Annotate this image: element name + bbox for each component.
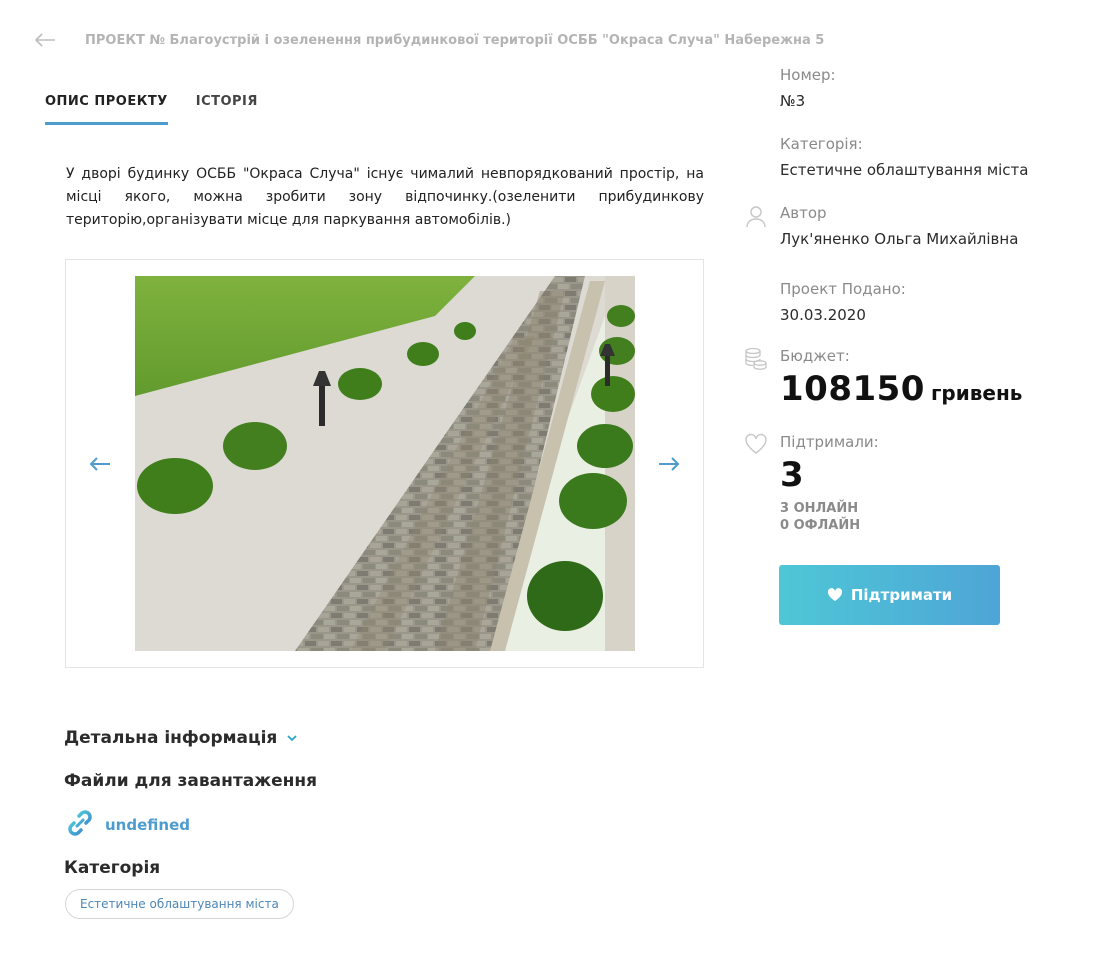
coins-icon (744, 347, 768, 371)
category-value: Естетичне облаштування міста (780, 161, 1029, 179)
online-count: 3 ОНЛАЙН (780, 501, 859, 516)
category-chip[interactable]: Естетичне облаштування міста (65, 889, 294, 919)
sidebar-category: Категорія: Естетичне облаштування міста (780, 135, 1029, 179)
sidebar-budget: Бюджет: 108150 гривень (745, 347, 1023, 409)
link-icon (64, 807, 96, 843)
back-arrow-icon[interactable] (34, 29, 56, 51)
project-title: ПРОЕКТ № Благоустрій і озеленення прибуд… (85, 32, 825, 48)
category-label: Категорія: (780, 135, 863, 153)
gallery-next-arrow-icon[interactable] (657, 454, 681, 474)
detail-info-label: Детальна інформація (64, 728, 278, 748)
number-label: Номер: (780, 66, 836, 84)
author-label: Автор (780, 204, 827, 222)
budget-value: 108150 (780, 369, 925, 409)
supported-value: 3 (780, 455, 805, 495)
project-tabs: ОПИС ПРОЕКТУ ІСТОРІЯ (45, 82, 286, 125)
category-heading: Категорія (64, 858, 161, 878)
number-value: №3 (780, 92, 806, 110)
image-gallery (65, 259, 704, 668)
budget-label: Бюджет: (780, 347, 850, 365)
budget-unit: гривень (930, 381, 1023, 405)
submitted-value: 30.03.2020 (780, 306, 866, 324)
sidebar-number: Номер: №3 (780, 66, 836, 110)
detail-info-toggle[interactable]: Детальна інформація (64, 728, 298, 748)
chevron-down-icon (286, 734, 298, 742)
gallery-prev-arrow-icon[interactable] (88, 454, 112, 474)
files-heading: Файли для завантаження (64, 771, 318, 791)
support-button[interactable]: Підтримати (779, 565, 1000, 625)
page-header: ПРОЕКТ № Благоустрій і озеленення прибуд… (34, 28, 824, 52)
author-value: Лук'яненко Ольга Михайлівна (780, 230, 1019, 248)
gallery-photo[interactable] (135, 276, 635, 651)
user-icon (744, 204, 768, 228)
tab-description[interactable]: ОПИС ПРОЕКТУ (45, 82, 168, 125)
project-description: У дворі будинку ОСББ "Окраса Случа" існу… (66, 166, 704, 228)
support-button-label: Підтримати (850, 586, 953, 604)
offline-count: 0 ОФЛАЙН (780, 518, 861, 533)
supported-label: Підтримали: (780, 433, 879, 451)
submitted-label: Проект Подано: (780, 280, 906, 298)
heart-outline-icon (744, 433, 768, 457)
file-download-link[interactable]: undefined (64, 807, 190, 843)
tab-history[interactable]: ІСТОРІЯ (196, 82, 258, 123)
heart-icon (827, 588, 843, 602)
file-link-label: undefined (105, 816, 190, 834)
sidebar-supported: Підтримали: 3 3 ОНЛАЙН 0 ОФЛАЙН (745, 433, 879, 533)
sidebar-submitted: Проект Подано: 30.03.2020 (780, 280, 906, 324)
sidebar-author: Автор Лук'яненко Ольга Михайлівна (746, 204, 1019, 248)
